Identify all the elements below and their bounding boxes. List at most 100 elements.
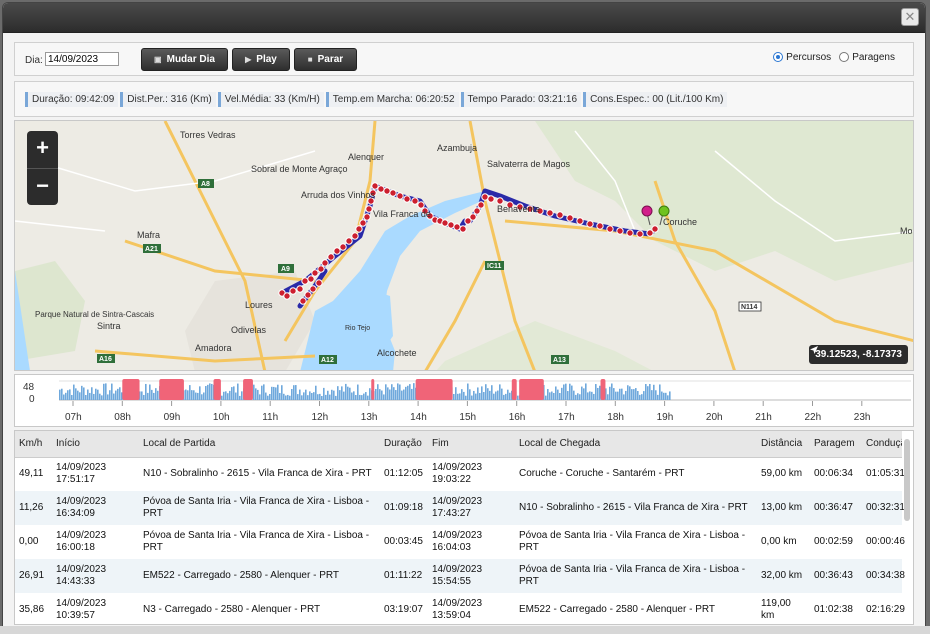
stop-block[interactable] — [243, 379, 253, 400]
col-start[interactable]: Início — [52, 431, 139, 458]
route-point[interactable] — [586, 220, 594, 228]
stop-block[interactable] — [213, 379, 221, 400]
route-point[interactable] — [289, 287, 297, 295]
route-point[interactable] — [389, 189, 397, 197]
table-row[interactable]: 35,86 14/09/2023 10:39:57 N3 - Carregado… — [15, 593, 905, 624]
speed-bar — [359, 394, 361, 400]
table-row[interactable]: 0,00 14/09/2023 16:00:18 Póvoa de Santa … — [15, 525, 905, 559]
speed-bar — [149, 384, 151, 400]
col-driving[interactable]: Condução — [862, 431, 902, 458]
close-button[interactable]: ✕ — [901, 8, 919, 26]
route-point[interactable] — [301, 277, 309, 285]
route-point[interactable] — [606, 225, 614, 233]
route-point[interactable] — [441, 219, 449, 227]
route-point[interactable] — [315, 279, 323, 287]
change-day-button[interactable]: ▣ Mudar Dia — [141, 48, 228, 71]
route-point[interactable] — [355, 225, 363, 233]
play-button[interactable]: ▶ Play — [232, 48, 290, 71]
route-point[interactable] — [411, 197, 419, 205]
table-scrollbar[interactable] — [904, 439, 910, 521]
route-point[interactable] — [371, 182, 379, 190]
stop-block[interactable] — [371, 379, 375, 400]
stop-block[interactable] — [415, 379, 453, 400]
route-point[interactable] — [339, 243, 347, 251]
route-point[interactable] — [307, 275, 315, 283]
route-point[interactable] — [487, 195, 495, 203]
speed-bar — [299, 389, 301, 400]
stop-block[interactable] — [519, 379, 544, 400]
route-point[interactable] — [317, 265, 325, 273]
stop-button[interactable]: ■ Parar — [294, 48, 357, 71]
option-routes[interactable]: Percursos — [773, 52, 831, 63]
route-point[interactable] — [566, 214, 574, 222]
route-point[interactable] — [309, 285, 317, 293]
speed-bar — [333, 390, 335, 400]
route-point[interactable] — [365, 205, 373, 213]
route-point[interactable] — [321, 259, 329, 267]
speed-bar — [403, 389, 405, 400]
speed-bar — [631, 389, 633, 400]
route-point[interactable] — [546, 209, 554, 217]
zoom-in-button[interactable]: + — [27, 131, 58, 168]
stop-block[interactable] — [600, 379, 606, 400]
route-point[interactable] — [477, 201, 485, 209]
route-point[interactable] — [351, 232, 359, 240]
speed-bar — [517, 395, 519, 400]
table-row[interactable]: 26,91 14/09/2023 14:43:33 EM522 - Carreg… — [15, 559, 905, 593]
route-point[interactable] — [296, 285, 304, 293]
route-point[interactable] — [616, 227, 624, 235]
speed-bar — [611, 383, 613, 400]
route-point[interactable] — [469, 213, 477, 221]
route-point[interactable] — [481, 193, 489, 201]
route-point[interactable] — [383, 187, 391, 195]
option-stops[interactable]: Paragens — [839, 52, 895, 63]
route-point[interactable] — [327, 253, 335, 261]
route-point[interactable] — [626, 229, 634, 237]
col-speed[interactable]: Km/h — [15, 431, 52, 458]
place-label: Odivelas — [231, 325, 267, 335]
radio-routes[interactable] — [773, 52, 784, 62]
col-duration[interactable]: Duração — [380, 431, 428, 458]
route-point[interactable] — [377, 185, 385, 193]
route-point[interactable] — [359, 219, 367, 227]
speed-bar — [499, 384, 501, 400]
zoom-out-button[interactable]: − — [27, 168, 58, 205]
route-point[interactable] — [304, 291, 312, 299]
map-view[interactable]: Torres Vedras Alenquer Azambuja Salvater… — [14, 120, 914, 371]
radio-stops[interactable] — [839, 52, 850, 62]
route-point[interactable] — [403, 195, 411, 203]
route-point[interactable] — [556, 211, 564, 219]
route-point[interactable] — [333, 247, 341, 255]
speed-bar — [469, 389, 471, 400]
route-point[interactable] — [396, 192, 404, 200]
route-point[interactable] — [311, 269, 319, 277]
col-stop[interactable]: Paragem — [810, 431, 862, 458]
route-point[interactable] — [453, 223, 461, 231]
route-point[interactable] — [345, 237, 353, 245]
route-point[interactable] — [283, 292, 291, 300]
route-point[interactable] — [596, 222, 604, 230]
map-canvas[interactable]: Torres Vedras Alenquer Azambuja Salvater… — [15, 121, 914, 371]
col-end[interactable]: Fim — [428, 431, 515, 458]
route-point[interactable] — [363, 213, 371, 221]
speed-timeline[interactable]: 48 0 07h 08h 09h 10h 11h 12h 13h 14h 15h 16h 17h 18… — [14, 374, 914, 427]
speed-timeline-chart[interactable]: 48 0 07h 08h 09h 10h 11h 12h 13h 14h 15h 16h 17h 18… — [15, 375, 914, 427]
stop-block[interactable] — [511, 379, 517, 400]
route-point[interactable] — [636, 230, 644, 238]
col-distance[interactable]: Distância — [757, 431, 810, 458]
col-from[interactable]: Local de Partida — [139, 431, 380, 458]
stop-block[interactable] — [159, 379, 184, 400]
route-point[interactable] — [651, 225, 659, 233]
route-point[interactable] — [417, 201, 425, 209]
day-input[interactable] — [45, 52, 119, 66]
speed-bar — [355, 394, 357, 400]
table-row[interactable]: 11,26 14/09/2023 16:34:09 Póvoa de Santa… — [15, 491, 905, 525]
route-point[interactable] — [447, 221, 455, 229]
table-row[interactable]: 49,11 14/09/2023 17:51:17 N10 - Sobralin… — [15, 457, 905, 491]
route-point[interactable] — [299, 297, 307, 305]
stop-block[interactable] — [122, 379, 140, 400]
route-point[interactable] — [473, 207, 481, 215]
route-point[interactable] — [576, 217, 584, 225]
route-point[interactable] — [459, 225, 467, 233]
col-to[interactable]: Local de Chegada — [515, 431, 757, 458]
